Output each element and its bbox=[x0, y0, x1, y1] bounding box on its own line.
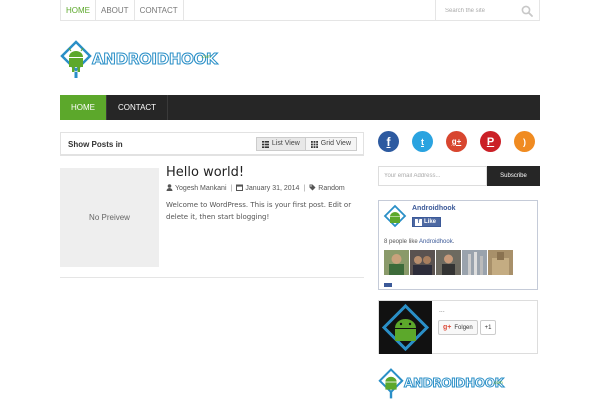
logo-suffix: .com bbox=[201, 54, 211, 59]
fb-f-icon: f bbox=[415, 218, 422, 226]
fb-count-suffix: . bbox=[452, 239, 455, 245]
search-icon[interactable] bbox=[521, 5, 533, 17]
fb-faces bbox=[384, 250, 513, 275]
logo-text: ANDROIDHOOK bbox=[92, 50, 219, 69]
search-box bbox=[435, 0, 539, 21]
grid-view-button[interactable]: Grid View bbox=[305, 137, 357, 151]
fb-like-label: Like bbox=[424, 219, 437, 225]
google-plus-icon: g+ bbox=[443, 324, 452, 331]
calendar-icon bbox=[236, 184, 244, 191]
android-logo-icon bbox=[378, 368, 404, 399]
fb-count-prefix: 8 people like bbox=[384, 239, 420, 245]
main-nav: HOME CONTACT bbox=[60, 95, 540, 120]
logo-text-android: ANDROID bbox=[403, 376, 466, 391]
view-toggle: List View Grid View bbox=[255, 137, 357, 151]
fb-like-button[interactable]: f Like bbox=[412, 217, 442, 227]
post-date-text: January 31, 2014 bbox=[245, 185, 300, 192]
list-icon bbox=[261, 140, 269, 148]
fan-avatar[interactable] bbox=[384, 250, 409, 275]
post-author-name: Yogesh Mankani bbox=[175, 185, 227, 192]
user-icon bbox=[166, 184, 173, 191]
post-category[interactable]: Random bbox=[309, 184, 345, 192]
email-field[interactable] bbox=[378, 166, 487, 186]
top-bar: HOME ABOUT CONTACT bbox=[60, 0, 540, 21]
fan-avatar[interactable] bbox=[462, 250, 487, 275]
posts-view-header: Show Posts in List View Grid View bbox=[60, 132, 364, 156]
list-view-label: List View bbox=[271, 140, 300, 147]
facebook-like-box: Androidhook f Like 8 people like Android… bbox=[378, 200, 538, 290]
social-icons: f t g+ P ) bbox=[378, 131, 535, 152]
logo-text-hook: HOOK bbox=[168, 50, 218, 69]
fan-avatar[interactable] bbox=[436, 250, 461, 275]
tag-icon bbox=[309, 184, 316, 191]
google-plus-badge: ... g+ Folgen +1 bbox=[378, 300, 538, 354]
rss-icon[interactable]: ) bbox=[514, 131, 535, 152]
post-thumbnail[interactable]: No Preivew bbox=[60, 168, 159, 267]
post-date: January 31, 2014 bbox=[236, 184, 299, 192]
gplus-follow-label: Folgen bbox=[454, 324, 473, 331]
fan-avatar[interactable] bbox=[410, 250, 435, 275]
post-excerpt: Welcome to WordPress. This is your first… bbox=[166, 201, 352, 221]
logo-suffix: .com bbox=[493, 380, 503, 385]
grid-view-label: Grid View bbox=[320, 140, 351, 147]
post-title[interactable]: Hello world! bbox=[166, 165, 244, 180]
list-view-button[interactable]: List View bbox=[255, 137, 306, 151]
android-logo-icon bbox=[60, 40, 92, 78]
post-meta: Yogesh Mankani | January 31, 2014 | Rand… bbox=[166, 184, 345, 192]
search-input[interactable] bbox=[436, 0, 520, 21]
facebook-icon[interactable]: f bbox=[378, 131, 399, 152]
posts-view-label: Show Posts in bbox=[68, 140, 123, 149]
post-category-text: Random bbox=[318, 185, 345, 192]
logo-text-android: ANDROID bbox=[92, 50, 170, 69]
main-nav-contact[interactable]: CONTACT bbox=[107, 95, 169, 120]
google-plus-icon[interactable]: g+ bbox=[446, 131, 467, 152]
pinterest-icon[interactable]: P bbox=[480, 131, 501, 152]
sidebar-logo[interactable]: ANDROIDHOOK .com bbox=[378, 368, 538, 400]
grid-icon bbox=[310, 140, 318, 148]
top-nav-home[interactable]: HOME bbox=[61, 0, 96, 21]
gplus-follow-button[interactable]: g+ Folgen bbox=[438, 320, 478, 335]
logo-text: ANDROIDHOOK bbox=[403, 376, 504, 391]
gplus-page-avatar[interactable] bbox=[379, 301, 432, 354]
top-nav-contact[interactable]: CONTACT bbox=[135, 0, 184, 21]
meta-separator: | bbox=[303, 184, 306, 192]
post-item: No Preivew Hello world! Yogesh Mankani |… bbox=[60, 165, 364, 278]
fan-avatar[interactable] bbox=[488, 250, 513, 275]
fb-count-link[interactable]: Androidhook bbox=[419, 239, 453, 245]
subscribe-form: Subscribe bbox=[378, 166, 540, 186]
main-nav-home[interactable]: HOME bbox=[60, 95, 107, 120]
page-avatar[interactable] bbox=[383, 204, 407, 228]
meta-separator: | bbox=[230, 184, 233, 192]
post-author[interactable]: Yogesh Mankani bbox=[166, 184, 227, 192]
subscribe-button[interactable]: Subscribe bbox=[487, 166, 540, 186]
fb-like-count: 8 people like Androidhook. bbox=[384, 239, 454, 245]
plus-one-button[interactable]: +1 bbox=[480, 320, 496, 335]
top-nav: HOME ABOUT CONTACT bbox=[61, 0, 184, 21]
fb-footer-bar bbox=[384, 283, 392, 287]
fb-page-name[interactable]: Androidhook bbox=[412, 205, 456, 212]
top-nav-about[interactable]: ABOUT bbox=[96, 0, 135, 21]
site-logo[interactable]: ANDROIDHOOK .com bbox=[60, 40, 219, 80]
gplus-name-placeholder: ... bbox=[439, 307, 445, 314]
twitter-icon[interactable]: t bbox=[412, 131, 433, 152]
